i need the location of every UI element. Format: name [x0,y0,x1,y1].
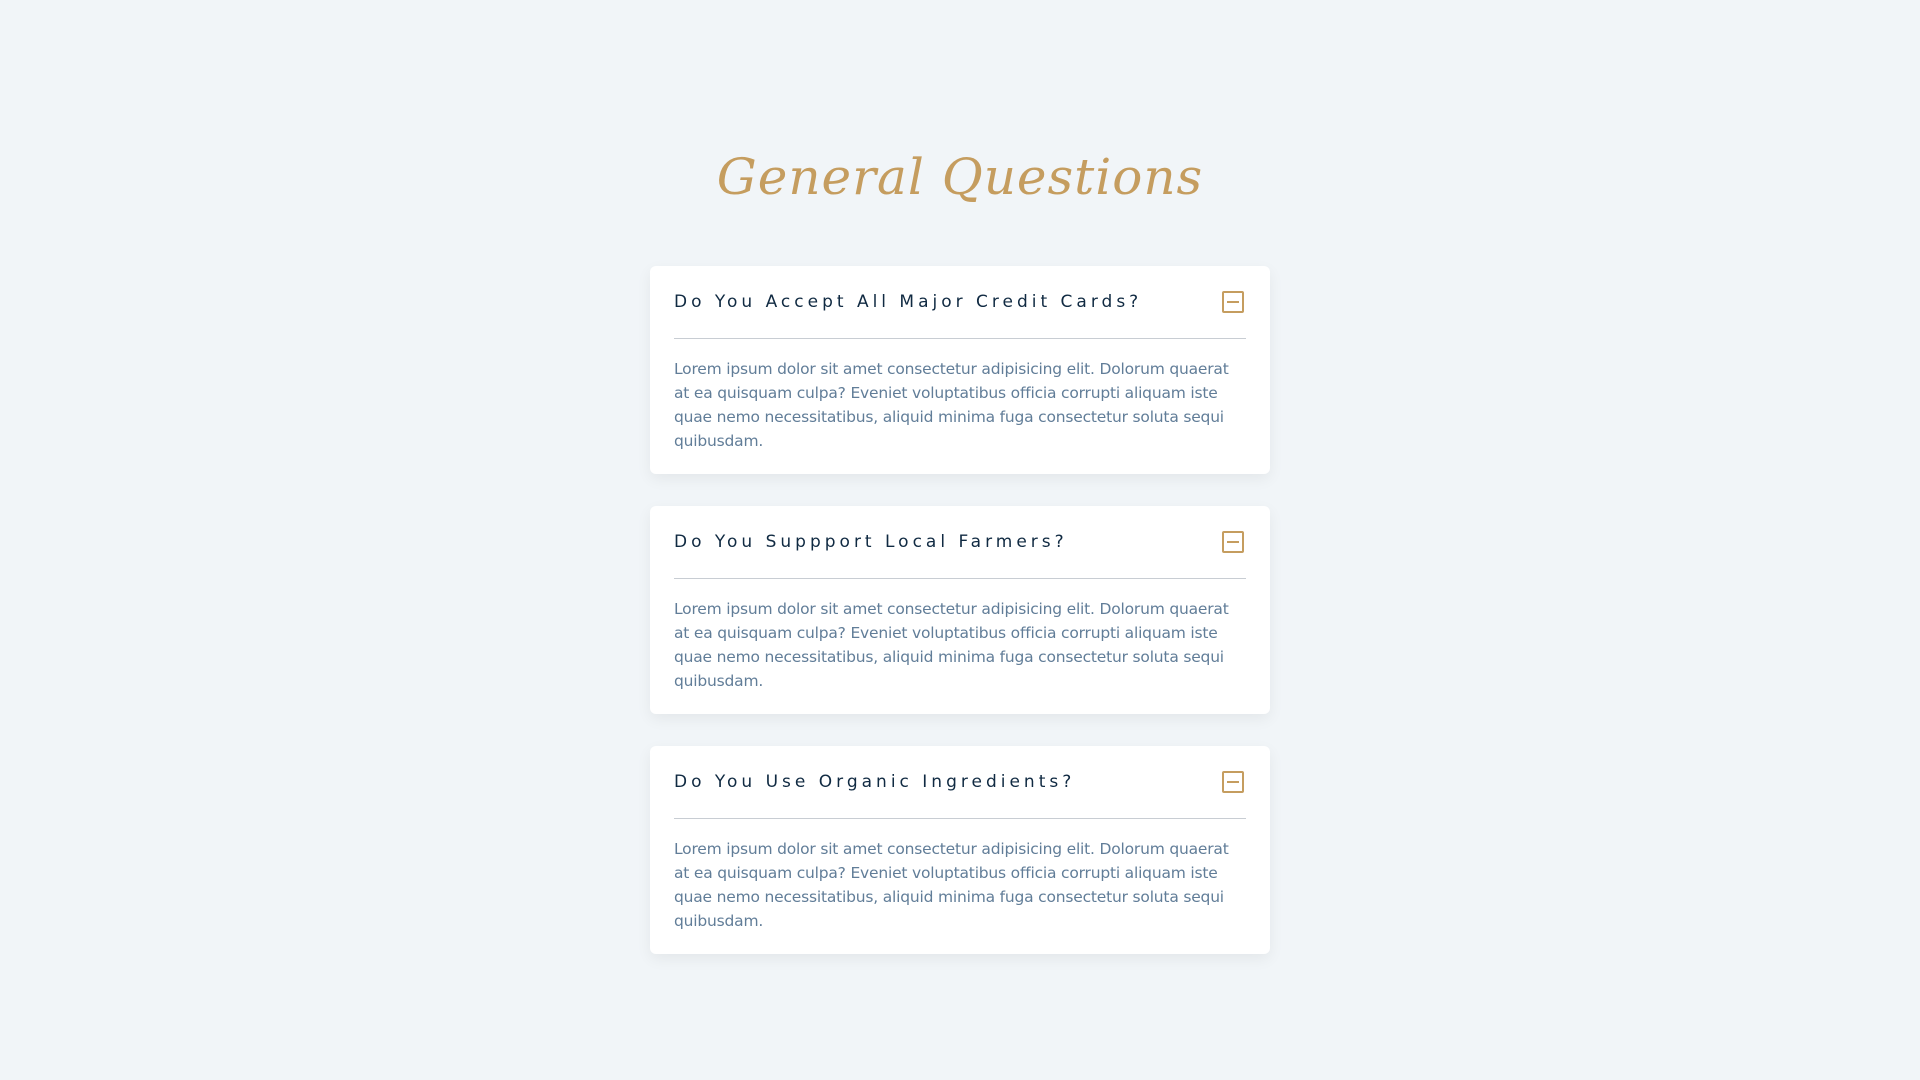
question-header: Do You Use Organic Ingredients? [674,746,1246,819]
question-title: Do You Suppport Local Farmers? [674,532,1068,552]
questions-list: Do You Accept All Major Credit Cards? Lo… [650,266,1270,986]
minus-square-icon[interactable] [1222,531,1244,553]
minus-icon [1227,541,1239,543]
question-card: Do You Accept All Major Credit Cards? Lo… [650,266,1270,474]
question-card: Do You Suppport Local Farmers? Lorem ips… [650,506,1270,714]
section-title: General Questions [716,148,1204,206]
question-card: Do You Use Organic Ingredients? Lorem ip… [650,746,1270,954]
page: General Questions Do You Accept All Majo… [0,0,1920,1080]
question-title: Do You Use Organic Ingredients? [674,772,1076,792]
minus-icon [1227,781,1239,783]
minus-icon [1227,301,1239,303]
question-answer: Lorem ipsum dolor sit amet consectetur a… [674,840,1229,930]
question-header: Do You Suppport Local Farmers? [674,506,1246,579]
question-header: Do You Accept All Major Credit Cards? [674,266,1246,339]
minus-square-icon[interactable] [1222,291,1244,313]
question-answer: Lorem ipsum dolor sit amet consectetur a… [674,360,1229,450]
question-title: Do You Accept All Major Credit Cards? [674,292,1143,312]
question-answer: Lorem ipsum dolor sit amet consectetur a… [674,600,1229,690]
minus-square-icon[interactable] [1222,771,1244,793]
